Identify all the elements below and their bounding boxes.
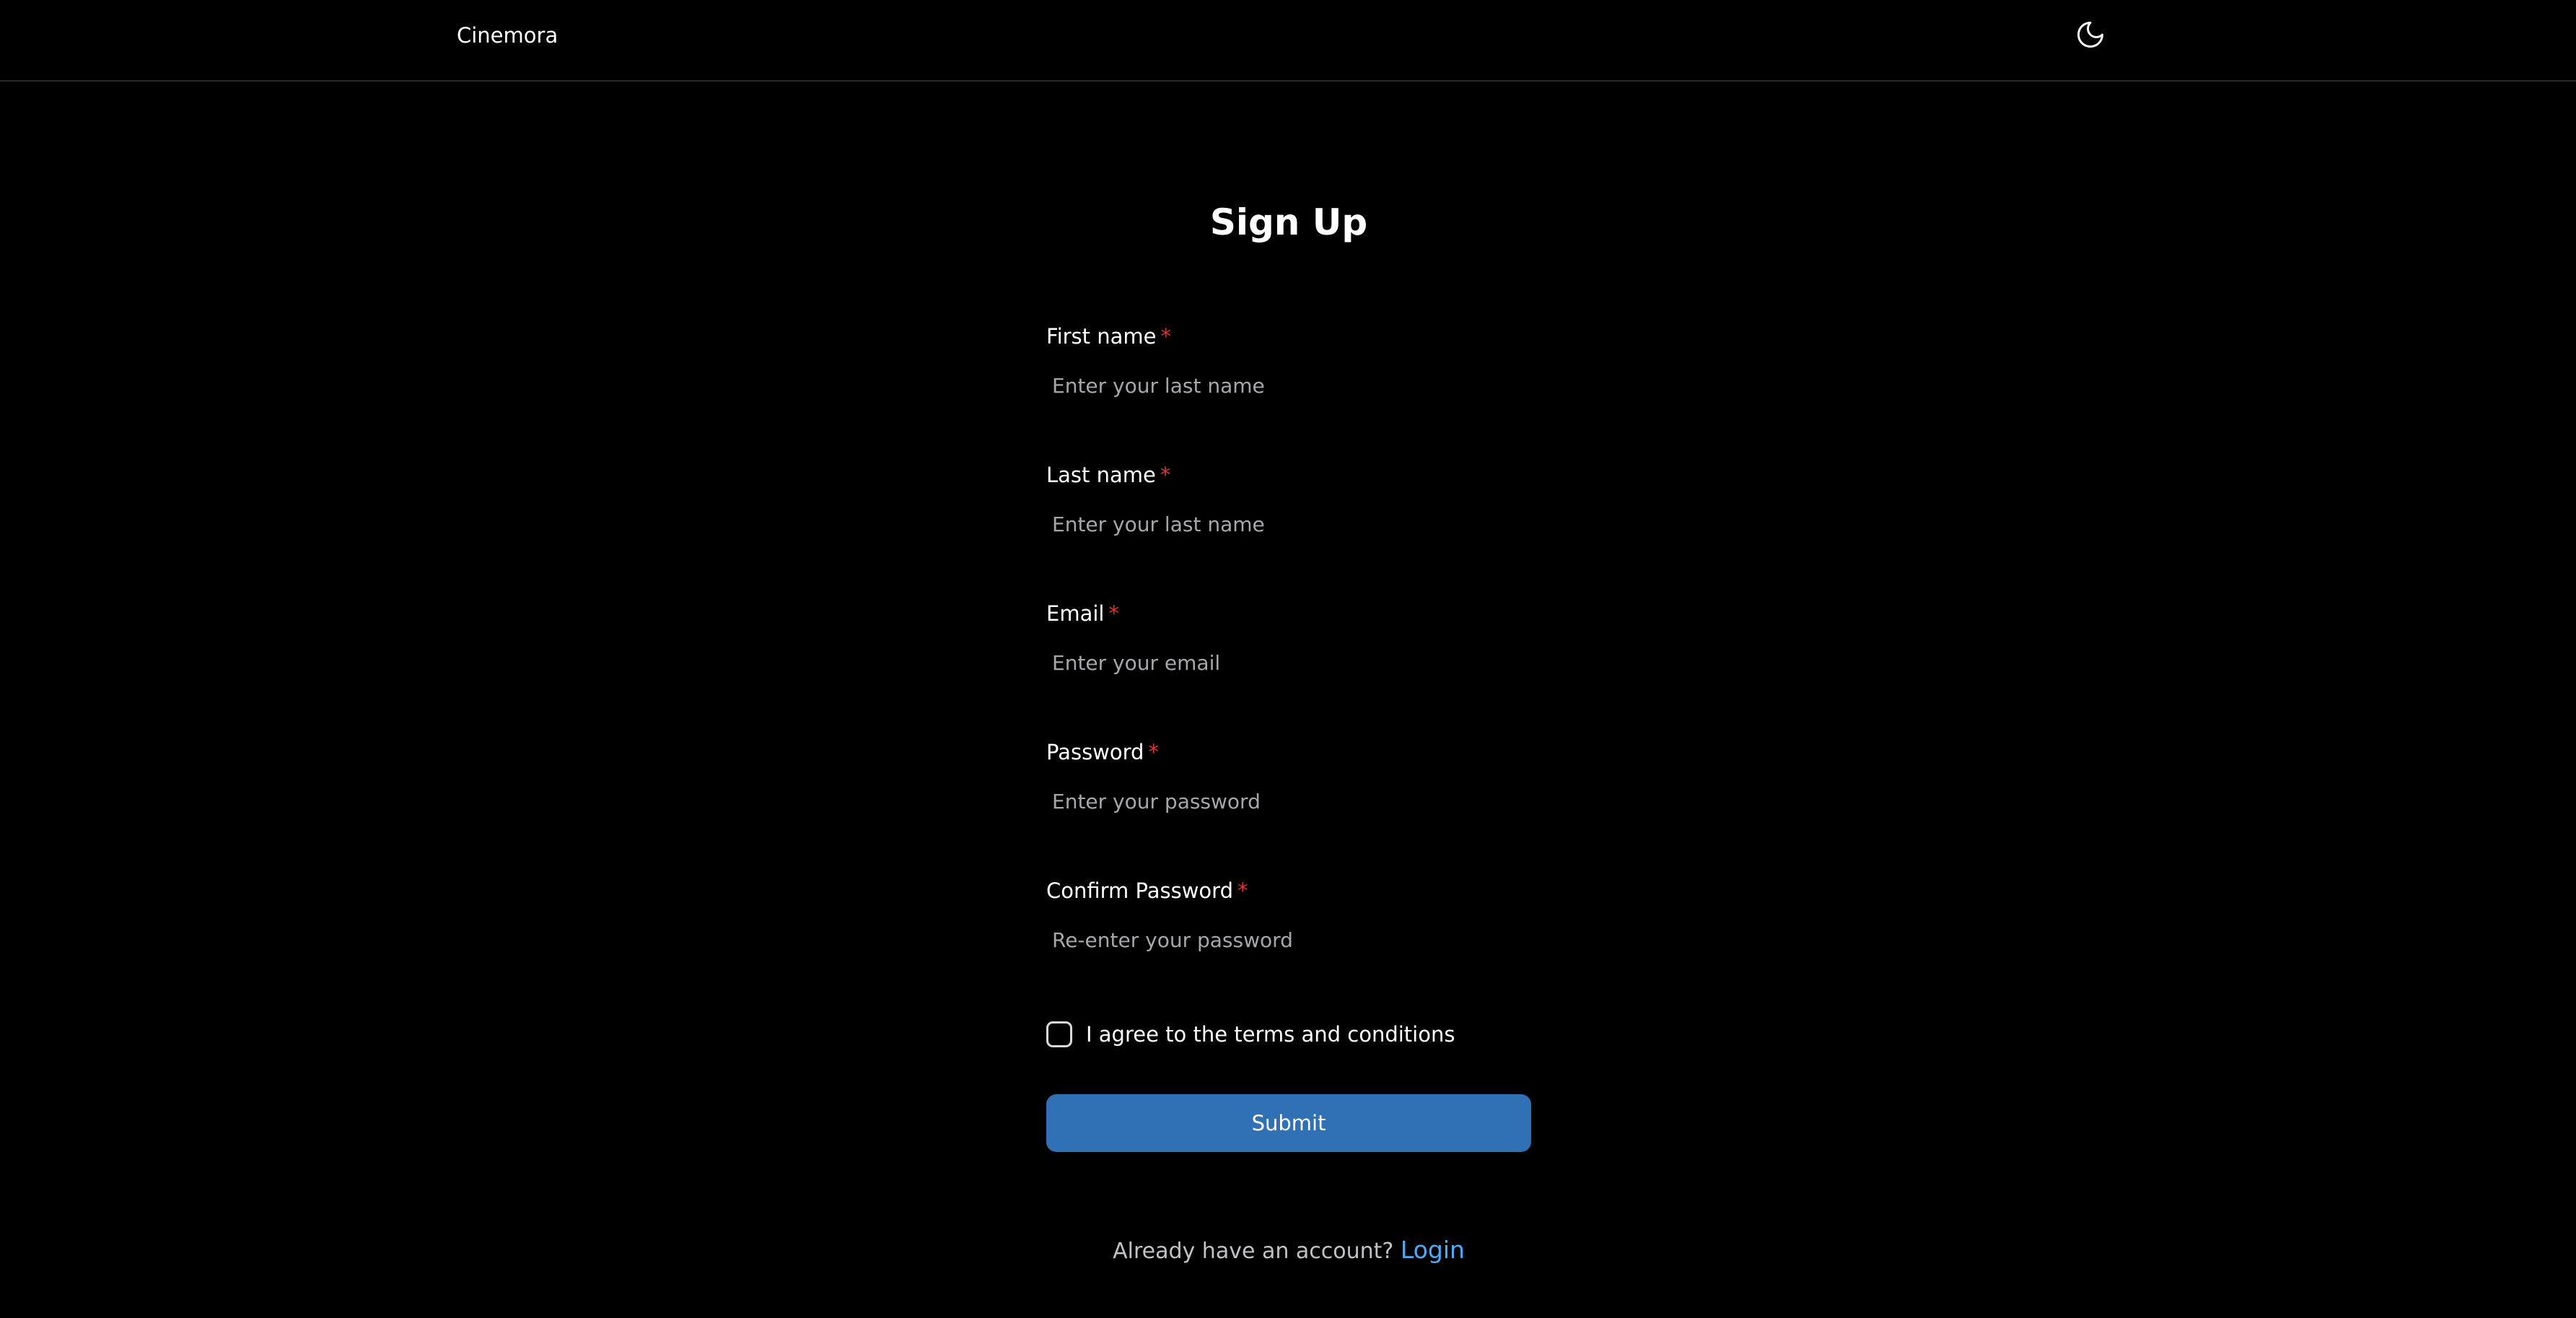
first-name-label-text: First name (1046, 324, 1157, 349)
terms-label[interactable]: I agree to the terms and conditions (1086, 1020, 1455, 1049)
login-prompt: Already have an account? Login (1046, 1235, 1531, 1267)
password-input[interactable] (1046, 780, 1531, 823)
password-label: Password * (1046, 738, 1159, 767)
login-prompt-text: Already have an account? (1113, 1239, 1394, 1264)
first-name-input[interactable] (1046, 364, 1531, 407)
page-title: Sign Up (1209, 201, 1368, 243)
theme-toggle-button[interactable] (2074, 19, 2107, 53)
last-name-label-text: Last name (1046, 463, 1156, 487)
required-marker: * (1148, 740, 1159, 764)
required-marker: * (1237, 878, 1248, 903)
required-marker: * (1108, 601, 1119, 626)
confirm-password-label: Confirm Password * (1046, 876, 1248, 905)
moon-icon (2075, 19, 2106, 53)
brand-logo-text[interactable]: Cinemora (457, 21, 558, 50)
confirm-password-label-text: Confirm Password (1046, 878, 1233, 903)
terms-checkbox[interactable] (1046, 1021, 1072, 1047)
password-label-text: Password (1046, 740, 1144, 764)
last-name-label: Last name * (1046, 461, 1170, 489)
email-label-text: Email (1046, 601, 1105, 626)
top-navbar: Cinemora (0, 0, 2576, 82)
required-marker: * (1160, 463, 1171, 487)
submit-button[interactable]: Submit (1046, 1094, 1531, 1152)
last-name-input[interactable] (1046, 502, 1531, 546)
confirm-password-input[interactable] (1046, 918, 1531, 961)
email-label: Email * (1046, 599, 1119, 628)
required-marker: * (1160, 324, 1172, 349)
login-link[interactable]: Login (1401, 1236, 1465, 1264)
email-input[interactable] (1046, 641, 1531, 684)
first-name-label: First name * (1046, 322, 1171, 351)
terms-row: I agree to the terms and conditions (1046, 1018, 1455, 1050)
